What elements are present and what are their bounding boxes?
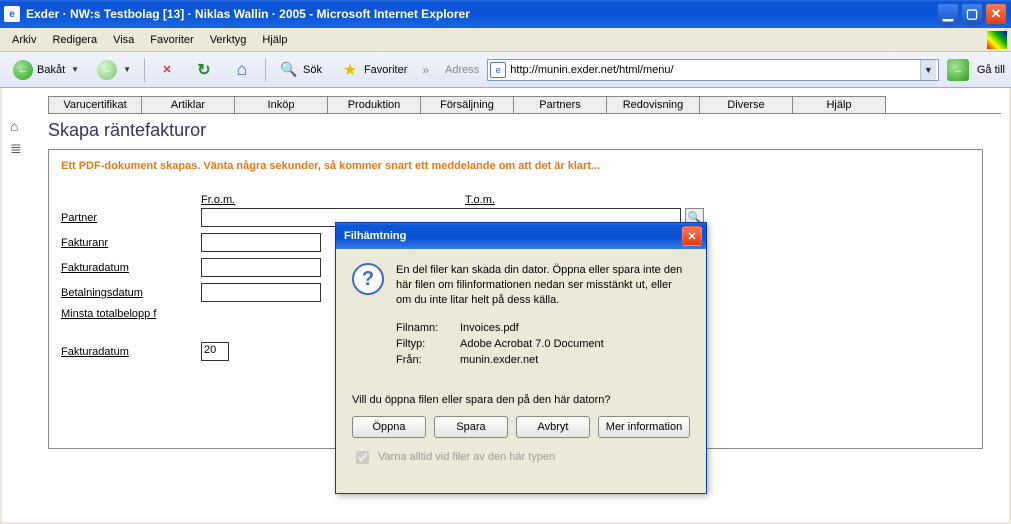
open-button[interactable]: Öppna	[352, 416, 426, 438]
minimize-button[interactable]: ▁	[937, 3, 959, 25]
home-icon	[232, 60, 252, 80]
page-icon: e	[490, 62, 506, 78]
menu-arkiv[interactable]: Arkiv	[4, 32, 44, 48]
tab-partners[interactable]: Partners	[513, 96, 607, 113]
betalningsdatum-input[interactable]	[201, 283, 321, 302]
question-icon: ?	[352, 263, 384, 295]
dialog-title: Filhämtning	[344, 230, 682, 242]
label-fakturadatum2: Fakturadatum	[61, 346, 201, 358]
label-fakturanr: Fakturanr	[61, 237, 201, 249]
go-label: Gå till	[977, 64, 1005, 76]
menu-redigera[interactable]: Redigera	[44, 32, 105, 48]
back-icon	[13, 60, 33, 80]
stop-icon	[158, 61, 176, 79]
more-info-button[interactable]: Mer information	[598, 416, 690, 438]
search-icon	[279, 60, 299, 80]
always-warn-input	[356, 451, 369, 464]
chevron-down-icon: ▼	[123, 65, 131, 74]
separator	[144, 58, 145, 82]
go-button[interactable]: →	[947, 59, 969, 81]
refresh-button[interactable]	[187, 57, 221, 83]
tab-varucertifikat[interactable]: Varucertifikat	[48, 96, 142, 113]
back-label: Bakåt	[37, 64, 65, 76]
separator	[265, 58, 266, 82]
label-fakturadatum: Fakturadatum	[61, 262, 201, 274]
menu-bar: Arkiv Redigera Visa Favoriter Verktyg Hj…	[0, 28, 1011, 52]
cancel-button[interactable]: Avbryt	[516, 416, 590, 438]
col-from: Fr.o.m.	[201, 194, 465, 206]
maximize-button[interactable]: ▢	[961, 3, 983, 25]
address-label: Adress	[445, 64, 479, 76]
meta-filtyp-v: Adobe Acrobat 7.0 Document	[460, 338, 604, 350]
file-download-dialog: Filhämtning ✕ ? En del filer kan skada d…	[335, 222, 707, 494]
favorites-label: Favoriter	[364, 64, 407, 76]
search-label: Sök	[303, 64, 322, 76]
tab-produktion[interactable]: Produktion	[327, 96, 421, 113]
menu-favoriter[interactable]: Favoriter	[142, 32, 201, 48]
meta-fran-v: munin.exder.net	[460, 354, 538, 366]
tab-redovisning[interactable]: Redovisning	[606, 96, 700, 113]
label-minsta: Minsta totalbelopp f	[61, 308, 201, 320]
column-headers: Fr.o.m. T.o.m.	[201, 194, 970, 206]
always-warn-label: Varna alltid vid filer av den här typen	[378, 451, 555, 463]
fakturadatum2-input[interactable]: 20	[201, 342, 229, 361]
tab-inkop[interactable]: Inköp	[234, 96, 328, 113]
stop-button[interactable]	[151, 57, 183, 83]
menu-verktyg[interactable]: Verktyg	[202, 32, 255, 48]
meta-filtyp-k: Filtyp:	[396, 338, 460, 350]
dialog-close-button[interactable]: ✕	[682, 226, 702, 246]
dialog-titlebar[interactable]: Filhämtning ✕	[336, 223, 706, 249]
app-icon: e	[4, 6, 20, 22]
tab-artiklar[interactable]: Artiklar	[141, 96, 235, 113]
meta-fran-k: Från:	[396, 354, 460, 366]
address-bar[interactable]: e http://munin.exder.net/html/menu/ ▼	[487, 59, 939, 81]
fakturadatum-input[interactable]	[201, 258, 321, 277]
always-warn-checkbox: Varna alltid vid filer av den här typen	[352, 448, 690, 467]
label-partner: Partner	[61, 212, 201, 224]
save-button[interactable]: Spara	[434, 416, 508, 438]
forward-button[interactable]: ▼	[90, 57, 138, 83]
dialog-question: Vill du öppna filen eller spara den på d…	[352, 394, 690, 406]
tab-hjalp[interactable]: Hjälp	[792, 96, 886, 113]
menu-visa[interactable]: Visa	[105, 32, 142, 48]
meta-filnamn-v: Invoices.pdf	[460, 322, 519, 334]
star-icon	[340, 60, 360, 80]
status-message: Ett PDF-dokument skapas. Vänta några sek…	[61, 160, 970, 172]
browser-toolbar: Bakåt ▼ ▼ Sök Favoriter » Adress e http:…	[0, 52, 1011, 88]
label-betalningsdatum: Betalningsdatum	[61, 287, 201, 299]
back-button[interactable]: Bakåt ▼	[6, 57, 86, 83]
close-button[interactable]: ✕	[985, 3, 1007, 25]
search-button[interactable]: Sök	[272, 57, 329, 83]
fakturanr-input[interactable]	[201, 233, 321, 252]
list-icon[interactable]: ≣	[10, 140, 22, 157]
window-titlebar: e Exder · NW:s Testbolag [13] · Niklas W…	[0, 0, 1011, 28]
window-title: Exder · NW:s Testbolag [13] · Niklas Wal…	[26, 7, 937, 21]
file-meta: Filnamn:Invoices.pdf Filtyp:Adobe Acroba…	[396, 322, 690, 370]
home-button[interactable]	[225, 57, 259, 83]
forward-icon	[97, 60, 117, 80]
favorites-button[interactable]: Favoriter	[333, 57, 414, 83]
meta-filnamn-k: Filnamn:	[396, 322, 460, 334]
app-tabs: Varucertifikat Artiklar Inköp Produktion…	[48, 96, 1001, 114]
menu-hjalp[interactable]: Hjälp	[254, 32, 295, 48]
chevron-down-icon[interactable]: ▼	[920, 60, 936, 80]
tab-forsaljning[interactable]: Försäljning	[420, 96, 514, 113]
overflow-icon[interactable]: »	[418, 63, 433, 77]
refresh-icon	[194, 60, 214, 80]
home-icon[interactable]: ⌂	[10, 118, 22, 134]
dialog-body: ? En del filer kan skada din dator. Öppn…	[336, 249, 706, 493]
page-title: Skapa räntefakturor	[2, 114, 1009, 145]
url-text: http://munin.exder.net/html/menu/	[510, 64, 920, 76]
windows-flag-icon	[987, 31, 1007, 49]
side-icons: ⌂ ≣	[10, 118, 22, 157]
dialog-warning-text: En del filer kan skada din dator. Öppna …	[396, 263, 690, 308]
col-to: T.o.m.	[465, 194, 729, 206]
tab-diverse[interactable]: Diverse	[699, 96, 793, 113]
chevron-down-icon: ▼	[71, 65, 79, 74]
